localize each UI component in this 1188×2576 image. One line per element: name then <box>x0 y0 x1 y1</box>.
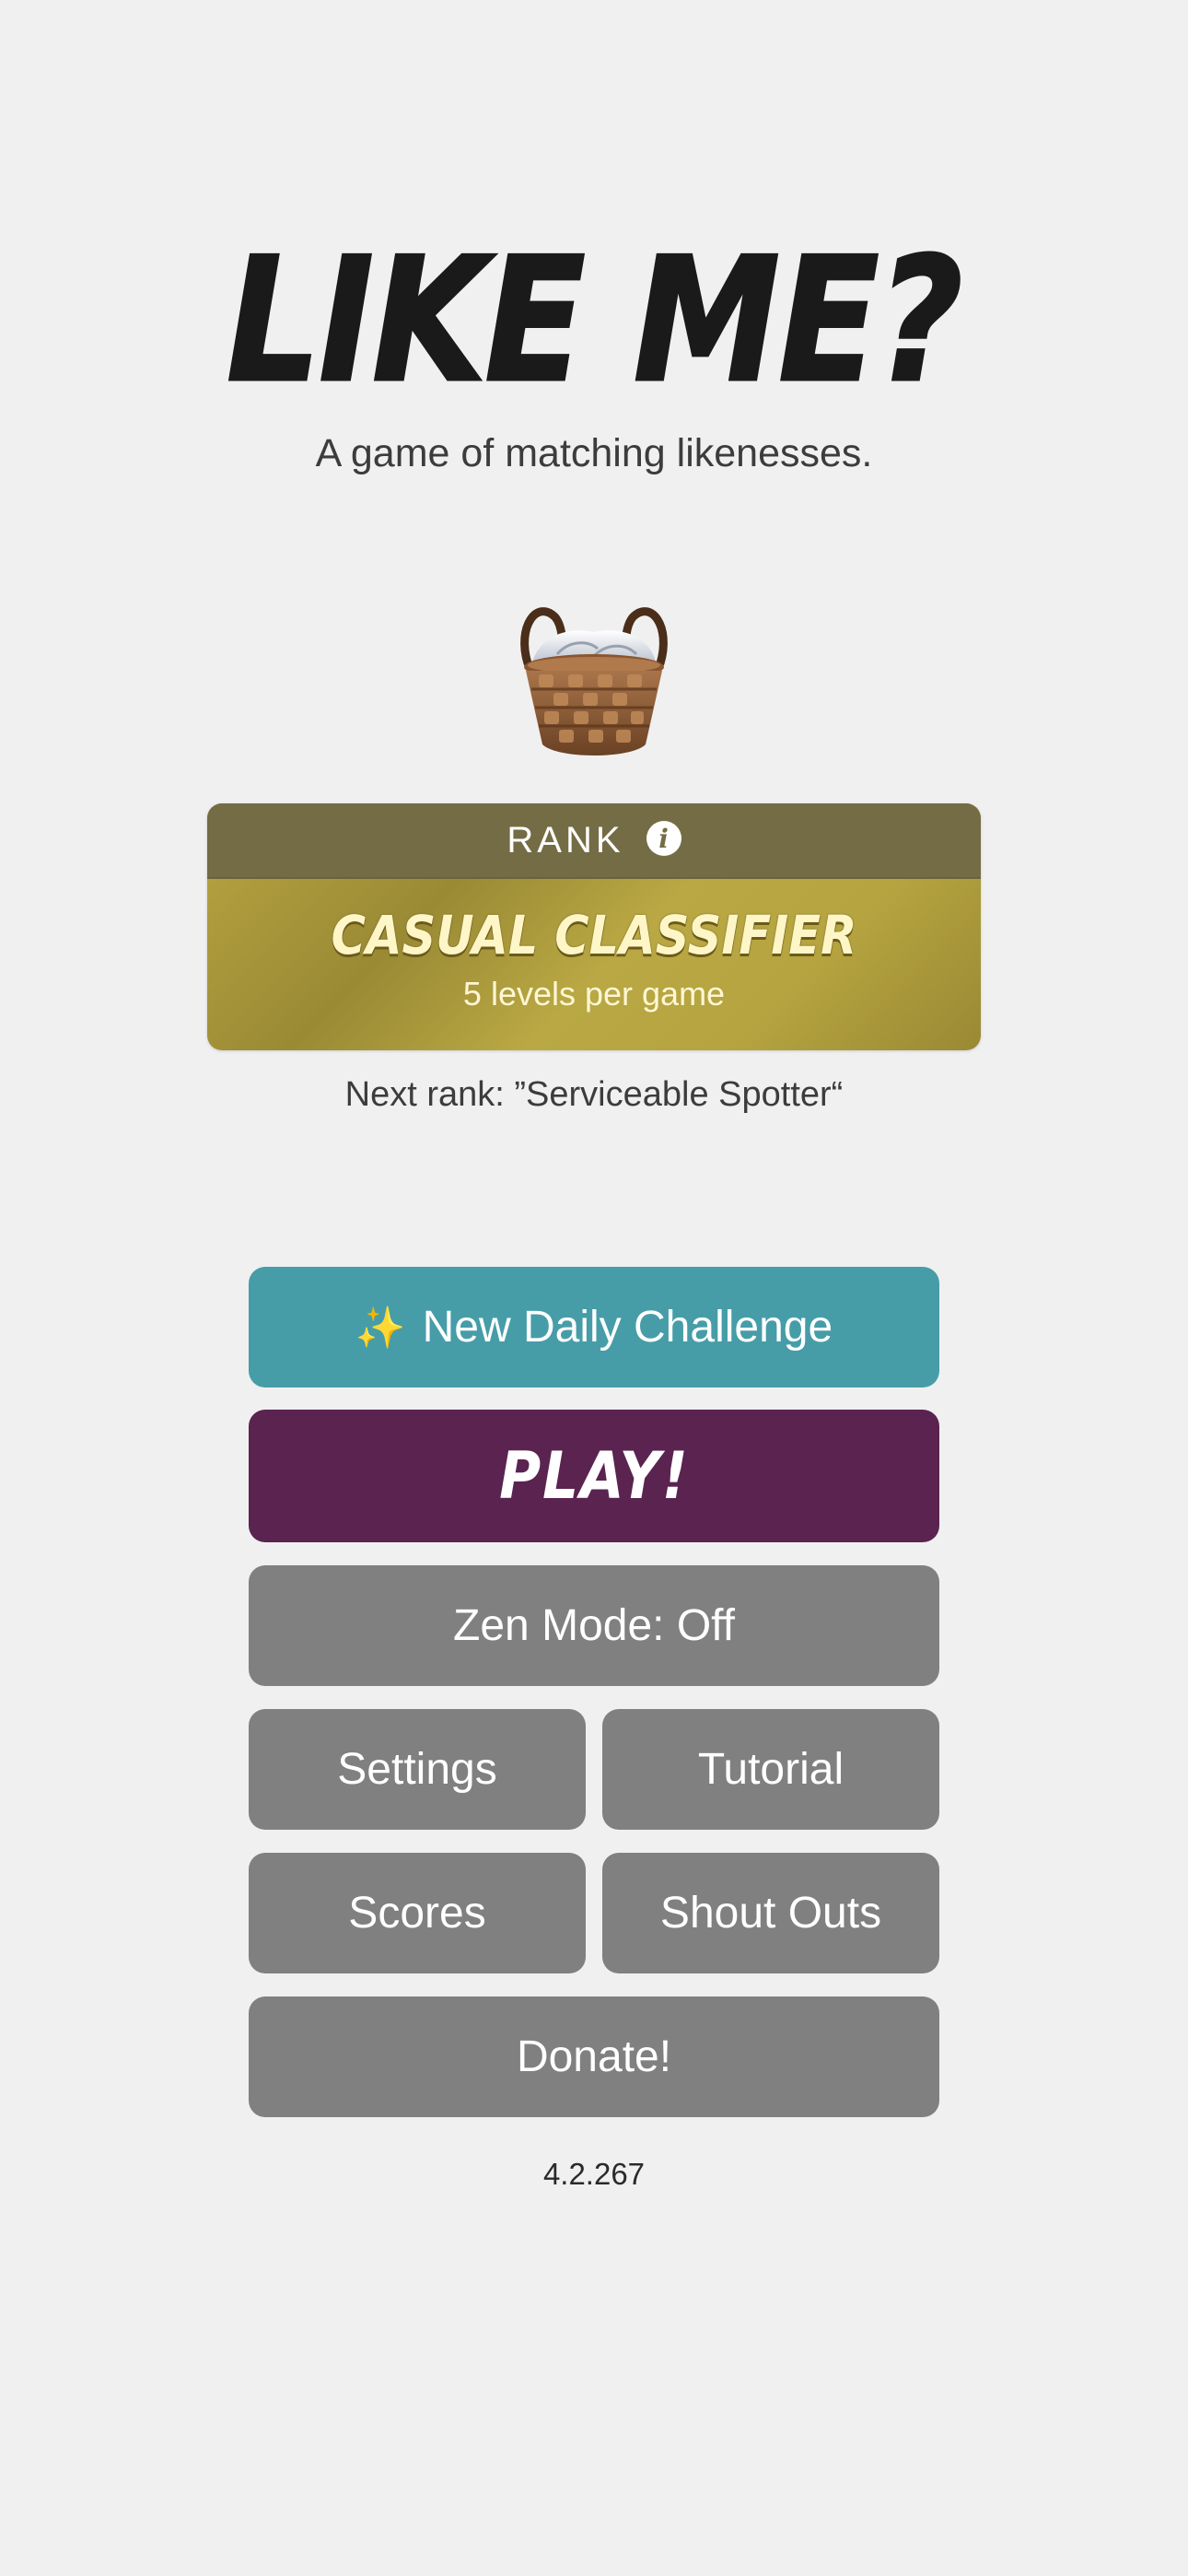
donate-button[interactable]: Donate! <box>249 1996 939 2117</box>
next-rank-text: Next rank: ”Serviceable Spotter“ <box>344 1075 844 1114</box>
scores-button[interactable]: Scores <box>249 1853 586 1973</box>
daily-challenge-button[interactable]: ✨ New Daily Challenge <box>249 1267 939 1388</box>
scores-label: Scores <box>348 1889 486 1938</box>
rank-name: CASUAL CLASSIFIER <box>331 904 857 966</box>
rank-card: RANK i CASUAL CLASSIFIER 5 levels per ga… <box>207 803 981 1050</box>
shout-outs-label: Shout Outs <box>659 1889 882 1938</box>
daily-challenge-label: New Daily Challenge <box>422 1303 833 1352</box>
rank-detail: 5 levels per game <box>462 975 726 1013</box>
rank-label: RANK <box>507 819 624 861</box>
play-label: PLAY! <box>498 1438 690 1514</box>
sparkles-icon: ✨ <box>355 1305 406 1351</box>
settings-button[interactable]: Settings <box>249 1709 586 1830</box>
game-title: LIKE ME? <box>226 220 964 420</box>
donate-label: Donate! <box>516 2032 672 2081</box>
version-text: 4.2.267 <box>542 2157 646 2191</box>
shout-outs-button[interactable]: Shout Outs <box>602 1853 939 1973</box>
basket-icon <box>520 607 668 755</box>
info-icon[interactable]: i <box>646 821 681 856</box>
tutorial-button[interactable]: Tutorial <box>602 1709 939 1830</box>
zen-mode-label: Zen Mode: Off <box>453 1601 735 1650</box>
game-subtitle: A game of matching likenesses. <box>315 431 873 475</box>
rank-header[interactable]: RANK i <box>207 803 981 879</box>
play-button[interactable]: PLAY! <box>249 1410 939 1542</box>
settings-label: Settings <box>337 1745 497 1794</box>
tutorial-label: Tutorial <box>697 1745 844 1794</box>
zen-mode-button[interactable]: Zen Mode: Off <box>249 1565 939 1686</box>
